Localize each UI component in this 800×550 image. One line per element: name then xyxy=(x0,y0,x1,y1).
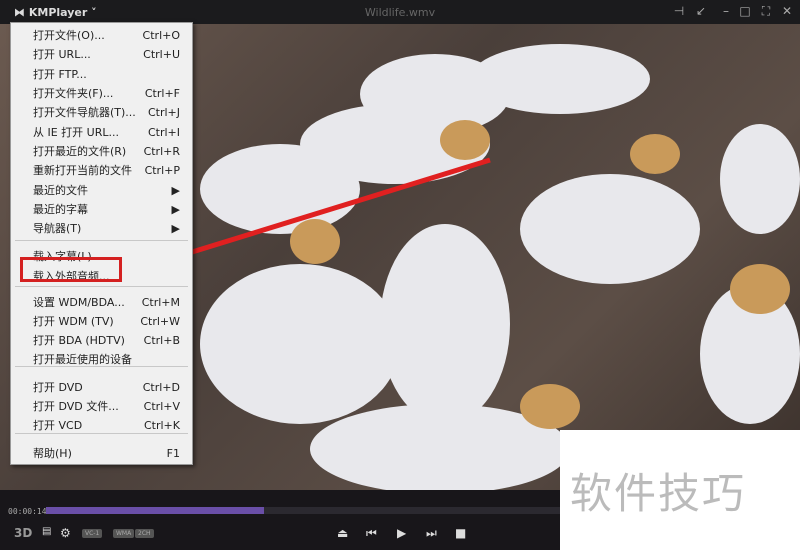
menu-item-label: 从 IE 打开 URL... xyxy=(33,126,119,139)
menu-item[interactable]: 打开 URL... Ctrl+U xyxy=(11,45,192,64)
menu-item-shortcut: ▶ xyxy=(171,222,180,235)
menu-item-label: 打开 URL... xyxy=(33,48,91,61)
menu-item[interactable]: 打开最近使用的设备 xyxy=(11,350,192,369)
codec-tag: VC-1 xyxy=(82,529,103,538)
menu-item-label: 打开 DVD 文件... xyxy=(33,400,119,413)
menu-item-label: 打开 BDA (HDTV) xyxy=(33,334,125,347)
menu-item-shortcut: ▶ xyxy=(171,203,180,216)
menu-item-shortcut: F1 xyxy=(166,447,180,460)
menu-item-label: 打开文件导航器(T)... xyxy=(33,106,136,119)
menu-item-shortcut: Ctrl+R xyxy=(143,145,180,158)
menu-item[interactable]: 帮助(H) F1 xyxy=(11,444,192,463)
menu-item-label: 打开最近的文件(R) xyxy=(33,145,127,158)
menu-item[interactable]: 从 IE 打开 URL... Ctrl+I xyxy=(11,123,192,142)
menu-item-label: 重新打开当前的文件 xyxy=(33,164,132,177)
menu-item[interactable]: 打开 FTP... xyxy=(11,65,192,84)
menu-item[interactable]: 打开 DVD 文件... Ctrl+V xyxy=(11,397,192,416)
menu-item[interactable]: 打开 DVD Ctrl+D xyxy=(11,378,192,397)
menu-item[interactable]: 导航器(T) ▶ xyxy=(11,219,192,238)
menu-item[interactable]: 打开 WDM (TV) Ctrl+W xyxy=(11,312,192,331)
menu-item[interactable]: 打开 BDA (HDTV) Ctrl+B xyxy=(11,331,192,350)
menu-item-label: 打开 VCD xyxy=(33,419,83,432)
menu-item[interactable]: 最近的字幕 ▶ xyxy=(11,200,192,219)
menu-item[interactable]: 打开文件(O)... Ctrl+O xyxy=(11,26,192,45)
menu-item-shortcut: Ctrl+I xyxy=(147,126,180,139)
3d-button[interactable]: 3D xyxy=(14,526,32,540)
open-menu: 打开文件(O)... Ctrl+O 打开 URL... Ctrl+U 打开 FTP...… xyxy=(10,22,193,465)
menu-item-label: 打开 FTP... xyxy=(33,68,87,81)
playlist-icon[interactable]: ▤ xyxy=(42,526,51,537)
watermark: 软件技巧 xyxy=(560,430,800,550)
menu-item-shortcut: Ctrl+F xyxy=(144,87,180,100)
menu-item-shortcut: Ctrl+D xyxy=(142,381,180,394)
highlight-box xyxy=(20,257,122,282)
menu-item-shortcut: Ctrl+M xyxy=(141,296,180,309)
menu-item-shortcut: ▶ xyxy=(171,184,180,197)
seek-progress xyxy=(46,507,264,514)
menu-item-label: 导航器(T) xyxy=(33,222,82,235)
menu-item-label: 最近的文件 xyxy=(33,184,88,197)
menu-item-shortcut: Ctrl+K xyxy=(143,419,180,432)
menu-item-shortcut: Ctrl+J xyxy=(147,106,180,119)
menu-item[interactable]: 打开文件夹(F)... Ctrl+F xyxy=(11,84,192,103)
gear-icon[interactable]: ⚙ xyxy=(60,526,71,540)
menu-item-label: 打开 WDM (TV) xyxy=(33,315,114,328)
codec-tag: WMA xyxy=(113,529,135,538)
menu-separator xyxy=(15,286,188,287)
menu-item-label: 设置 WDM/BDA... xyxy=(33,296,125,309)
menu-item[interactable]: 打开最近的文件(R) Ctrl+R xyxy=(11,142,192,161)
menu-item-label: 打开文件(O)... xyxy=(33,29,105,42)
menu-item-shortcut: Ctrl+P xyxy=(144,164,180,177)
menu-item-shortcut: Ctrl+W xyxy=(140,315,180,328)
play-icon[interactable]: ▶ xyxy=(397,526,406,540)
menu-item-label: 打开最近使用的设备 xyxy=(33,353,132,366)
menu-item[interactable]: 打开 VCD Ctrl+K xyxy=(11,416,192,435)
menu-item-label: 打开 DVD xyxy=(33,381,83,394)
menu-item-label: 帮助(H) xyxy=(33,447,72,460)
menu-item-label: 打开文件夹(F)... xyxy=(33,87,114,100)
menu-item[interactable]: 打开文件导航器(T)... Ctrl+J xyxy=(11,103,192,122)
menu-separator xyxy=(15,240,188,241)
menu-item[interactable]: 重新打开当前的文件 Ctrl+P xyxy=(11,161,192,180)
menu-item[interactable]: 最近的文件 ▶ xyxy=(11,181,192,200)
previous-icon[interactable]: ⏮ xyxy=(366,526,377,541)
menu-item-shortcut: Ctrl+B xyxy=(143,334,180,347)
next-icon[interactable]: ⏭ xyxy=(426,526,437,541)
eject-icon[interactable]: ⏏ xyxy=(337,526,348,540)
menu-item-shortcut: Ctrl+U xyxy=(143,48,180,61)
menu-item-shortcut: Ctrl+O xyxy=(142,29,180,42)
elapsed-time: 00:00:14 xyxy=(8,507,47,516)
menu-item-shortcut: Ctrl+V xyxy=(143,400,180,413)
menu-item[interactable]: 设置 WDM/BDA... Ctrl+M xyxy=(11,293,192,312)
menu-item-label: 最近的字幕 xyxy=(33,203,88,216)
codec-tag: 2CH xyxy=(135,529,154,538)
stop-icon[interactable]: ■ xyxy=(455,526,466,540)
